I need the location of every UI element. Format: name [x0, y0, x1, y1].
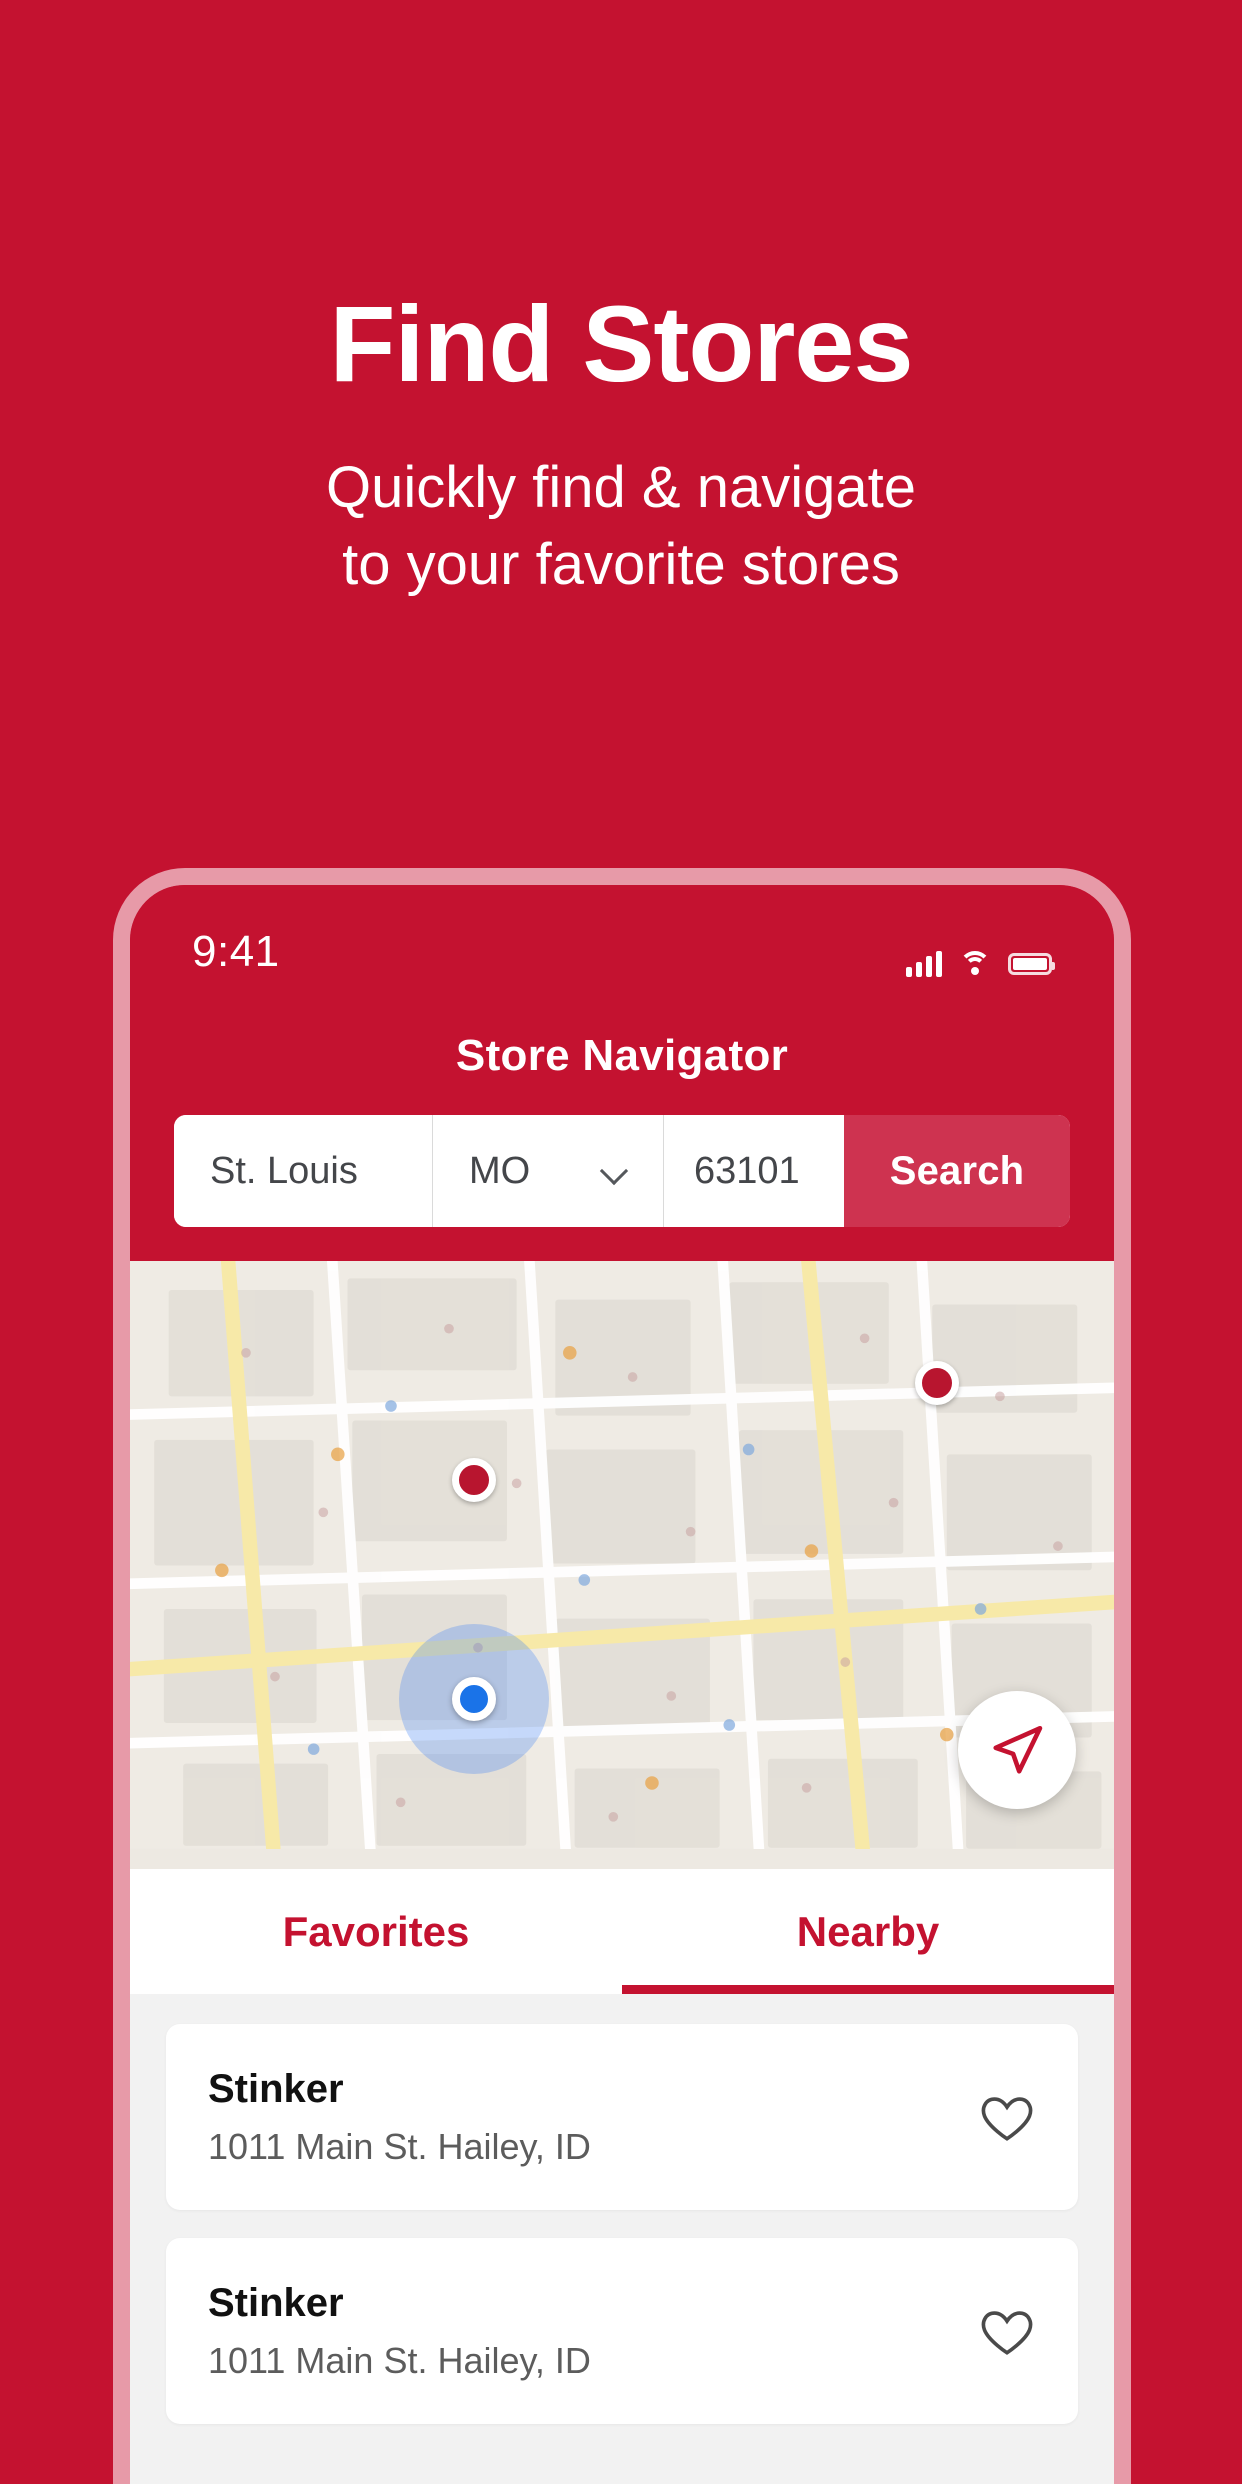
store-address: 1011 Main St. Hailey, ID: [208, 2339, 591, 2381]
store-name: Stinker: [208, 2280, 344, 2325]
promo-header: Find Stores Quickly find & navigate to y…: [0, 0, 1242, 603]
status-bar-time: 9:41: [192, 927, 280, 976]
app-title: Store Navigator: [455, 1031, 789, 1080]
search-section: St. Louis MO 63101 Search: [130, 1115, 1114, 1261]
store-list-item[interactable]: Stinker 1011 Main St. Hailey, ID: [166, 2024, 1078, 2210]
store-info: Stinker 1011 Main St. Hailey, ID: [208, 2281, 591, 2382]
store-name: Stinker: [208, 2066, 344, 2111]
chevron-down-icon: [601, 1157, 629, 1185]
store-address: 1011 Main St. Hailey, ID: [208, 2125, 591, 2167]
store-list: Stinker 1011 Main St. Hailey, ID Stinker…: [130, 1994, 1114, 2484]
user-location-dot: [452, 1676, 497, 1721]
tab-nearby[interactable]: Nearby: [622, 1869, 1114, 1994]
promo-subtitle: Quickly find & navigate to your favorite…: [0, 450, 1242, 603]
status-bar: 9:41: [130, 885, 1114, 1003]
status-bar-icons: [906, 951, 1055, 977]
store-marker[interactable]: [452, 1457, 497, 1502]
store-list-item[interactable]: Stinker 1011 Main St. Hailey, ID: [166, 2238, 1078, 2424]
heart-outline-icon[interactable]: [978, 2302, 1036, 2360]
navigation-arrow-icon: [993, 1725, 1043, 1774]
tab-favorites[interactable]: Favorites: [130, 1869, 622, 1994]
heart-outline-icon[interactable]: [978, 2088, 1036, 2146]
page-title: Find Stores: [329, 283, 913, 404]
cellular-bars-icon: [906, 951, 942, 977]
search-button[interactable]: Search: [844, 1115, 1070, 1227]
city-input[interactable]: St. Louis: [174, 1115, 432, 1227]
wifi-icon: [959, 951, 991, 977]
state-select-value: MO: [469, 1149, 531, 1192]
phone-screen: 9:41 Store Navigator St. Louis MO 63101 …: [130, 885, 1114, 2484]
promo-subtitle-line-1: Quickly find & navigate: [326, 455, 916, 520]
promo-subtitle-line-2: to your favorite stores: [342, 531, 900, 597]
phone-mockup: 9:41 Store Navigator St. Louis MO 63101 …: [113, 868, 1131, 2484]
state-select[interactable]: MO: [432, 1115, 664, 1227]
map-view[interactable]: [130, 1261, 1114, 1869]
search-bar: St. Louis MO 63101 Search: [174, 1115, 1070, 1227]
zip-input[interactable]: 63101: [664, 1115, 844, 1227]
store-marker[interactable]: [914, 1360, 959, 1405]
store-info: Stinker 1011 Main St. Hailey, ID: [208, 2067, 591, 2168]
battery-full-icon: [1008, 953, 1055, 975]
locate-me-button[interactable]: [958, 1691, 1076, 1809]
store-tabs: Favorites Nearby: [130, 1869, 1114, 1994]
